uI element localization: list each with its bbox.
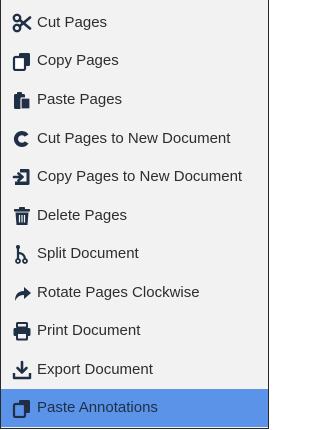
- menu-item-rotate-pages-clockwise[interactable]: Rotate Pages Clockwise: [1, 274, 268, 312]
- menu-item-label: Cut Pages to New Document: [37, 130, 231, 147]
- menu-item-label: Cut Pages: [37, 14, 108, 31]
- context-menu: Cut Pages Copy Pages Paste Pages Cut Pag…: [0, 0, 269, 429]
- menu-item-print-document[interactable]: Print Document: [1, 312, 268, 350]
- menu-item-copy-pages-to-new-document[interactable]: Copy Pages to New Document: [1, 158, 268, 196]
- menu-item-label: Export Document: [37, 361, 153, 378]
- menu-item-split-document[interactable]: Split Document: [1, 235, 268, 273]
- copy-to-new-icon: [12, 167, 32, 187]
- copy-icon: [12, 51, 32, 71]
- menu-item-delete-pages[interactable]: Delete Pages: [1, 197, 268, 235]
- paste-annotations-icon: [12, 398, 32, 418]
- menu-item-label: Paste Annotations: [37, 399, 158, 416]
- download-icon: [12, 360, 32, 380]
- menu-item-label: Split Document: [37, 245, 139, 262]
- menu-item-label: Rotate Pages Clockwise: [37, 284, 200, 301]
- scissors-icon: [12, 13, 32, 33]
- rotate-clockwise-icon: [12, 283, 32, 303]
- menu-item-export-document[interactable]: Export Document: [1, 351, 268, 389]
- menu-item-paste-pages[interactable]: Paste Pages: [1, 81, 268, 119]
- menu-item-cut-pages[interactable]: Cut Pages: [1, 4, 268, 42]
- cut-to-new-icon: [12, 129, 32, 149]
- clipboard-icon: [12, 90, 32, 110]
- menu-item-cut-pages-to-new-document[interactable]: Cut Pages to New Document: [1, 120, 268, 158]
- menu-item-label: Copy Pages to New Document: [37, 168, 243, 185]
- menu-item-label: Delete Pages: [37, 207, 128, 224]
- trash-icon: [12, 206, 32, 226]
- menu-item-copy-pages[interactable]: Copy Pages: [1, 42, 268, 80]
- menu-item-label: Print Document: [37, 322, 141, 339]
- menu-item-label: Copy Pages: [37, 52, 119, 69]
- menu-item-paste-annotations[interactable]: Paste Annotations: [1, 389, 268, 427]
- printer-icon: [12, 321, 32, 341]
- menu-item-label: Paste Pages: [37, 91, 123, 108]
- split-icon: [12, 244, 32, 264]
